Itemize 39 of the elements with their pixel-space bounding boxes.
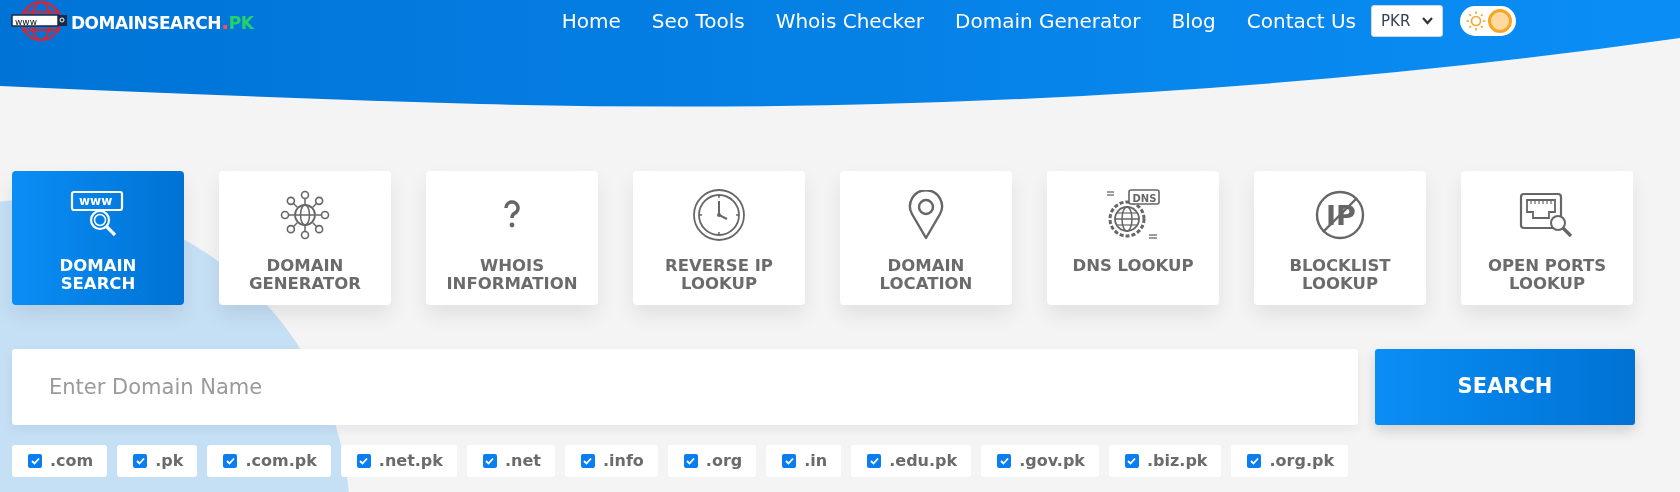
extension-checkbox[interactable]: .com [12,445,108,477]
ethernet-port-search-icon [1519,192,1575,238]
currency-select[interactable]: PKR [1371,5,1443,37]
extension-checkbox[interactable]: .org [667,445,757,477]
extension-checkbox[interactable]: .net.pk [340,445,457,477]
extension-checkbox[interactable]: .edu.pk [851,445,972,477]
chevron-down-icon [1422,17,1433,25]
nav-link[interactable]: Home [561,6,621,36]
logo-text: DOMAINSEARCH.PK [71,7,254,36]
tool-tab[interactable]: REVERSE IP LOOKUP [633,171,805,305]
location-pin-icon [908,190,944,240]
tool-tab[interactable]: DOMAIN LOCATION [840,171,1012,305]
nav-link[interactable]: Blog [1171,6,1216,36]
search-button[interactable]: SEARCH [1375,349,1635,425]
tool-tab[interactable]: WHOIS INFORMATION [426,171,598,305]
extension-checkbox[interactable]: .biz.pk [1109,445,1222,477]
extension-checkbox[interactable]: .com.pk [207,445,331,477]
question-mark-icon [503,200,521,230]
extension-checkbox[interactable]: .gov.pk [981,445,1099,477]
nav-link[interactable]: Seo Tools [651,6,745,36]
nav-link[interactable]: Contact Us [1246,6,1356,36]
globe-network-icon [279,190,331,240]
extension-checkbox[interactable]: .net [466,445,555,477]
extension-checkbox[interactable]: .pk [117,445,198,477]
tool-tab[interactable]: DNS DNS LOOKUP [1047,171,1219,305]
domain-input-field[interactable]: Enter Domain Name [12,349,1358,425]
extension-checkbox[interactable]: .info [564,445,658,477]
sun-icon [1466,11,1486,31]
currency-value: PKR [1381,10,1411,32]
tool-tab[interactable]: DOMAIN GENERATOR [219,171,391,305]
tool-tab[interactable]: www DOMAIN SEARCH [12,171,184,305]
extension-checkbox[interactable]: .in [766,445,842,477]
toggle-knob [1488,9,1512,33]
clock-icon [692,188,746,242]
theme-toggle[interactable] [1460,6,1516,36]
extension-checkbox[interactable]: .org.pk [1231,445,1349,477]
tool-tab[interactable]: OPEN PORTS LOOKUP [1461,171,1633,305]
nav-link[interactable]: Domain Generator [955,6,1141,36]
nav-link[interactable]: Whois Checker [775,6,924,36]
